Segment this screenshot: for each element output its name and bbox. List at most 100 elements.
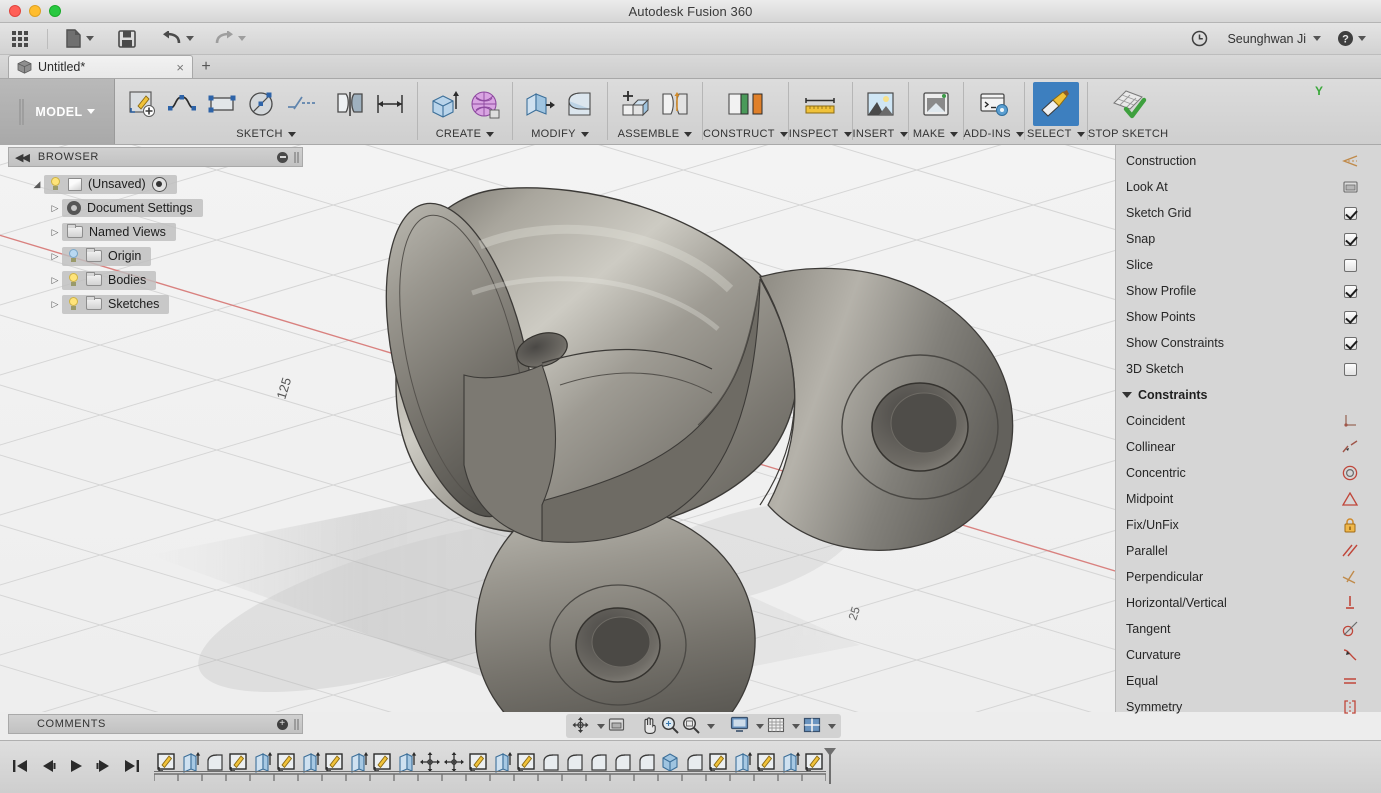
constraint-perpendicular[interactable]: Perpendicular bbox=[1116, 564, 1381, 590]
sketch-grid-checkbox[interactable] bbox=[1343, 206, 1357, 220]
tree-item-named-views[interactable]: ▷ Named Views bbox=[8, 220, 303, 244]
eye-icon[interactable] bbox=[151, 176, 167, 192]
show-points-checkbox[interactable] bbox=[1343, 310, 1357, 324]
zoom-window-button[interactable] bbox=[682, 716, 700, 737]
close-icon[interactable]: × bbox=[176, 60, 184, 75]
construction-line-icon[interactable] bbox=[1339, 154, 1361, 168]
tree-item-origin[interactable]: ▷ Origin bbox=[8, 244, 303, 268]
constraint-fix-unfix[interactable]: Fix/UnFix bbox=[1116, 512, 1381, 538]
palette-row-show-profile[interactable]: Show Profile bbox=[1116, 278, 1381, 304]
orbit-button[interactable] bbox=[571, 716, 590, 737]
press-pull-button[interactable] bbox=[521, 84, 559, 124]
jump-to-beginning-button[interactable] bbox=[12, 758, 28, 777]
viewports-button[interactable] bbox=[803, 717, 821, 736]
constraint-collinear[interactable]: Collinear bbox=[1116, 434, 1381, 460]
version-history-button[interactable] bbox=[1184, 23, 1215, 55]
create-sketch-button[interactable] bbox=[123, 84, 161, 124]
panel-label-addins[interactable]: ADD-INS bbox=[964, 126, 1024, 142]
chevron-down-icon[interactable] bbox=[792, 723, 800, 729]
panel-label-sketch[interactable]: SKETCH bbox=[236, 126, 296, 142]
light-bulb-icon[interactable] bbox=[67, 248, 80, 264]
joint-button[interactable] bbox=[656, 84, 694, 124]
collapse-icon[interactable]: ◀◀ bbox=[15, 151, 30, 164]
rectangle-button[interactable] bbox=[203, 84, 241, 124]
palette-row-3d-sketch[interactable]: 3D Sketch bbox=[1116, 356, 1381, 382]
jump-to-end-button[interactable] bbox=[124, 758, 140, 777]
new-component-button[interactable] bbox=[616, 84, 654, 124]
panel-label-assemble[interactable]: ASSEMBLE bbox=[618, 126, 693, 142]
panel-label-create[interactable]: CREATE bbox=[436, 126, 495, 142]
user-menu[interactable]: Seunghwan Ji bbox=[1217, 23, 1328, 55]
scripts-and-addins-button[interactable] bbox=[975, 84, 1013, 124]
constraint-curvature[interactable]: Curvature bbox=[1116, 642, 1381, 668]
add-comment-icon[interactable]: + bbox=[277, 718, 288, 730]
step-forward-button[interactable] bbox=[96, 758, 112, 777]
panel-label-construct[interactable]: CONSTRUCT bbox=[703, 126, 788, 142]
save-button[interactable] bbox=[111, 23, 143, 55]
chevron-down-icon[interactable] bbox=[597, 723, 605, 729]
panel-label-make[interactable]: MAKE bbox=[913, 126, 959, 142]
palette-row-snap[interactable]: Snap bbox=[1116, 226, 1381, 252]
create-form-button[interactable] bbox=[466, 84, 504, 124]
palette-row-construction[interactable]: Construction bbox=[1116, 148, 1381, 174]
panel-label-stop-sketch[interactable]: STOP SKETCH bbox=[1088, 126, 1169, 142]
slice-checkbox[interactable] bbox=[1343, 258, 1357, 272]
mirror-button[interactable] bbox=[331, 84, 369, 124]
new-tab-button[interactable]: + bbox=[193, 56, 219, 78]
chevron-down-icon[interactable] bbox=[707, 723, 715, 729]
display-settings-button[interactable] bbox=[730, 716, 749, 736]
expand-triangle-icon[interactable]: ◢ bbox=[30, 179, 44, 190]
document-tab[interactable]: Untitled* × bbox=[8, 55, 193, 78]
expand-triangle-icon[interactable]: ▷ bbox=[48, 203, 62, 214]
expand-triangle-icon[interactable]: ▷ bbox=[48, 299, 62, 310]
timeline-marker[interactable] bbox=[822, 746, 838, 789]
constraint-midpoint[interactable]: Midpoint bbox=[1116, 486, 1381, 512]
chevron-down-icon[interactable] bbox=[828, 723, 836, 729]
3d-sketch-checkbox[interactable] bbox=[1343, 362, 1357, 376]
workspace-switcher[interactable]: MODEL bbox=[0, 79, 115, 144]
constraint-horizontal-vertical[interactable]: Horizontal/Vertical bbox=[1116, 590, 1381, 616]
insert-canvas-button[interactable] bbox=[861, 84, 899, 124]
zoom-button[interactable] bbox=[661, 716, 679, 737]
measure-button[interactable] bbox=[798, 84, 842, 124]
expand-triangle-icon[interactable]: ▷ bbox=[48, 227, 62, 238]
chevron-down-icon[interactable] bbox=[756, 723, 764, 729]
select-button[interactable] bbox=[1032, 82, 1079, 126]
look-at-icon[interactable] bbox=[1339, 180, 1361, 194]
show-profile-checkbox[interactable] bbox=[1343, 284, 1357, 298]
timeline-track[interactable] bbox=[153, 746, 836, 788]
grid-settings-button[interactable] bbox=[767, 717, 785, 736]
panel-label-select[interactable]: SELECT bbox=[1027, 126, 1085, 142]
drag-grip[interactable] bbox=[19, 98, 22, 125]
palette-row-show-points[interactable]: Show Points bbox=[1116, 304, 1381, 330]
fillet-button[interactable] bbox=[561, 84, 599, 124]
expand-triangle-icon[interactable]: ▷ bbox=[48, 275, 62, 286]
offset-plane-button[interactable] bbox=[719, 84, 771, 124]
resize-grip[interactable] bbox=[294, 718, 296, 730]
light-bulb-icon[interactable] bbox=[67, 296, 80, 312]
constraint-tangent[interactable]: Tangent bbox=[1116, 616, 1381, 642]
palette-row-show-constraints[interactable]: Show Constraints bbox=[1116, 330, 1381, 356]
help-menu[interactable]: ? bbox=[1330, 23, 1373, 55]
circle-button[interactable] bbox=[243, 84, 281, 124]
panel-label-inspect[interactable]: INSPECT bbox=[789, 126, 852, 142]
sketch-dimension-button[interactable] bbox=[371, 84, 409, 124]
3d-print-button[interactable] bbox=[917, 84, 955, 124]
panel-label-modify[interactable]: MODIFY bbox=[531, 126, 589, 142]
play-button[interactable] bbox=[68, 758, 84, 777]
step-back-button[interactable] bbox=[40, 758, 56, 777]
resize-grip[interactable] bbox=[294, 151, 296, 163]
new-document-button[interactable] bbox=[58, 23, 101, 55]
tree-item-document-settings[interactable]: ▷ Document Settings bbox=[8, 196, 303, 220]
pan-button[interactable] bbox=[640, 716, 658, 737]
spline-button[interactable] bbox=[163, 84, 201, 124]
line-style-button[interactable] bbox=[283, 84, 321, 124]
constraints-section-header[interactable]: Constraints bbox=[1116, 382, 1381, 408]
show-constraints-checkbox[interactable] bbox=[1343, 336, 1357, 350]
redo-button[interactable] bbox=[207, 23, 253, 55]
tree-item-unsaved[interactable]: ◢ (Unsaved) bbox=[8, 172, 303, 196]
light-bulb-icon[interactable] bbox=[49, 176, 62, 192]
panel-label-insert[interactable]: INSERT bbox=[853, 126, 908, 142]
palette-row-look-at[interactable]: Look At bbox=[1116, 174, 1381, 200]
light-bulb-icon[interactable] bbox=[67, 272, 80, 288]
